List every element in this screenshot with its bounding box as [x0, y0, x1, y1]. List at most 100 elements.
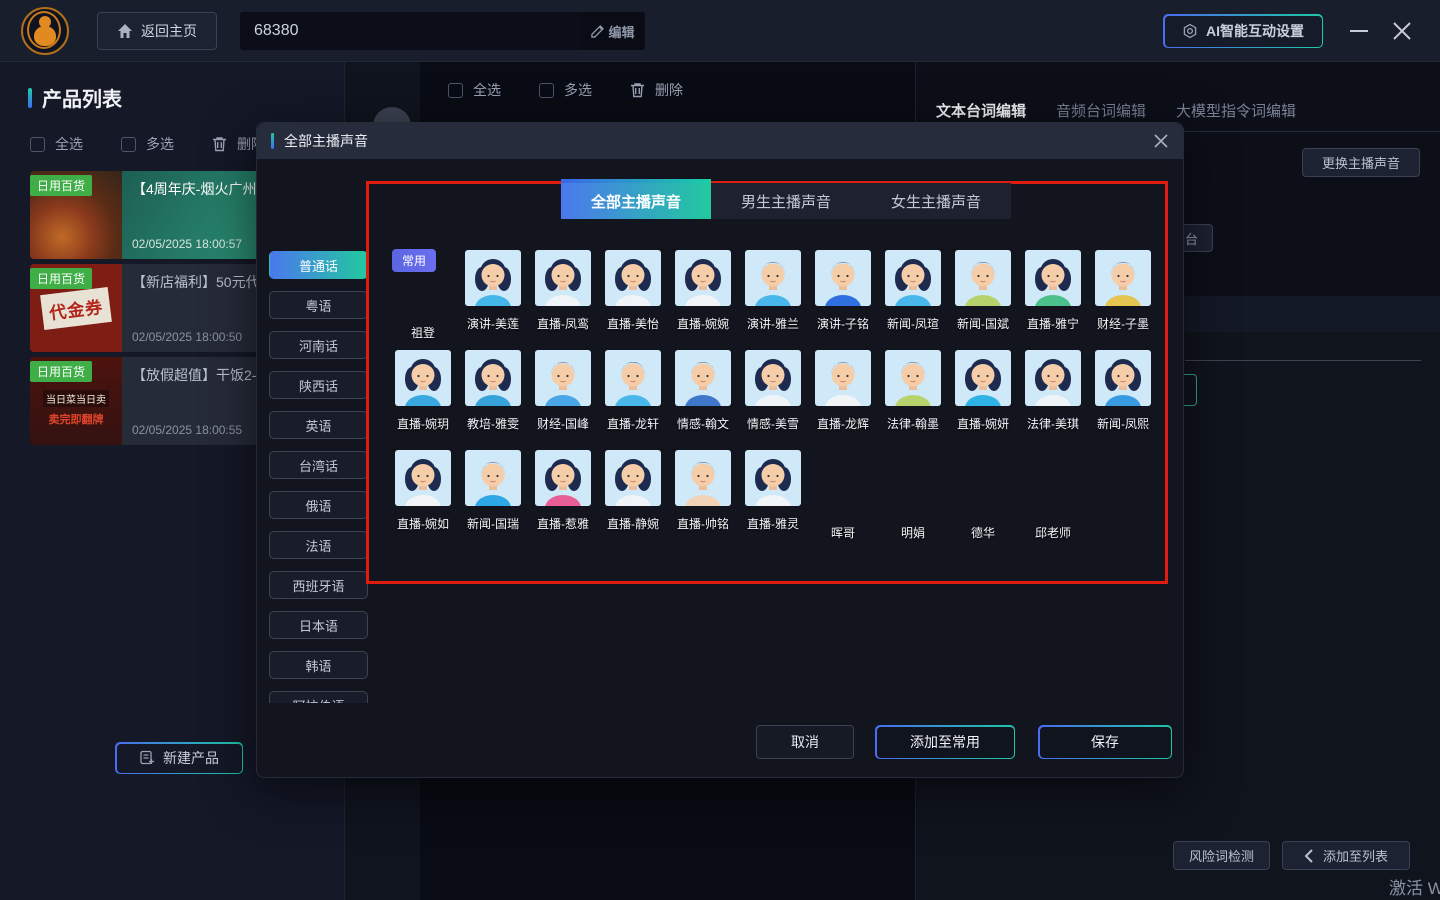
- voice-item[interactable]: 直播-帅铭: [668, 449, 738, 549]
- voice-item[interactable]: 新闻-国瑞: [458, 449, 528, 549]
- middle-select-all-label: 全选: [473, 80, 501, 100]
- language-button[interactable]: 西班牙语: [269, 571, 368, 599]
- modal-close-button[interactable]: [1153, 133, 1169, 149]
- voice-item[interactable]: 直播-美怡: [598, 249, 668, 349]
- voice-item[interactable]: 演讲-雅兰: [738, 249, 808, 349]
- voice-item[interactable]: 直播-凤鸾: [528, 249, 598, 349]
- language-button[interactable]: 台湾话: [269, 451, 368, 479]
- product-image: 日用百货: [30, 171, 122, 259]
- language-button[interactable]: 河南话: [269, 331, 368, 359]
- middle-multi-select-label: 多选: [564, 80, 592, 100]
- language-button[interactable]: 法语: [269, 531, 368, 559]
- modal-close-icon: [1153, 133, 1169, 149]
- language-button[interactable]: 英语: [269, 411, 368, 439]
- voice-name: 情感-翰文: [677, 415, 729, 432]
- cancel-button[interactable]: 取消: [756, 725, 854, 759]
- voice-item[interactable]: 演讲-美莲: [458, 249, 528, 349]
- save-button[interactable]: 保存: [1038, 725, 1172, 759]
- script-tab-inactive[interactable]: 音频台词编辑: [1056, 100, 1146, 121]
- voice-item[interactable]: 演讲-子铭: [808, 249, 878, 349]
- language-button[interactable]: 俄语: [269, 491, 368, 519]
- minimize-button[interactable]: [1345, 20, 1373, 42]
- voice-item[interactable]: 直播-婉妍: [948, 349, 1018, 449]
- middle-multi-select-checkbox[interactable]: [539, 83, 554, 98]
- edit-button[interactable]: 编辑: [581, 12, 645, 50]
- modal-title: 全部主播声音: [284, 131, 368, 151]
- multi-select-checkbox[interactable]: [121, 137, 136, 152]
- cancel-label: 取消: [791, 732, 819, 752]
- voice-item[interactable]: 常用祖登: [388, 249, 458, 349]
- script-tab-active[interactable]: 文本台词编辑: [936, 100, 1026, 121]
- voice-item[interactable]: 法律-翰墨: [878, 349, 948, 449]
- voice-item[interactable]: 情感-美雪: [738, 349, 808, 449]
- trash-icon[interactable]: [212, 136, 227, 152]
- voice-name: 新闻-凤瑄: [887, 315, 939, 332]
- voice-grid: 常用祖登演讲-美莲直播-凤鸾直播-美怡直播-婉婉演讲-雅兰演讲-子铭新闻-凤瑄新…: [388, 249, 1160, 549]
- voice-item[interactable]: 新闻-凤熙: [1088, 349, 1158, 449]
- script-tab-inactive[interactable]: 大模型指令词编辑: [1176, 100, 1296, 121]
- voice-item[interactable]: 直播-雅灵: [738, 449, 808, 549]
- voice-item[interactable]: 财经-国峰: [528, 349, 598, 449]
- new-product-icon: [139, 750, 155, 766]
- language-button[interactable]: 阿拉伯语: [269, 691, 368, 703]
- voice-item[interactable]: 直播-雅宁: [1018, 249, 1088, 349]
- voice-name: 邱老师: [1035, 524, 1071, 541]
- script-tabs: 文本台词编辑 音频台词编辑 大模型指令词编辑: [936, 100, 1296, 121]
- voice-item[interactable]: 直播-婉如: [388, 449, 458, 549]
- voice-avatar: [535, 450, 591, 506]
- voice-item[interactable]: 明娟: [878, 449, 948, 549]
- voice-item[interactable]: 直播-龙轩: [598, 349, 668, 449]
- voice-tab[interactable]: 男生主播声音: [711, 183, 861, 219]
- voice-tab-active[interactable]: 全部主播声音: [561, 183, 711, 219]
- voice-item[interactable]: 教培-雅雯: [458, 349, 528, 449]
- new-product-button[interactable]: 新建产品: [115, 742, 243, 774]
- voice-item[interactable]: 邱老师: [1018, 449, 1088, 549]
- change-voice-button[interactable]: 更换主播声音: [1302, 148, 1420, 177]
- app-logo: [21, 7, 69, 55]
- middle-trash-icon[interactable]: [630, 82, 645, 98]
- voice-name: 直播-静婉: [607, 515, 659, 532]
- voice-avatar: [745, 250, 801, 306]
- voice-item[interactable]: 晖哥: [808, 449, 878, 549]
- select-all-checkbox[interactable]: [30, 137, 45, 152]
- close-window-button[interactable]: [1388, 17, 1416, 45]
- back-home-button[interactable]: 返回主页: [97, 12, 217, 50]
- room-id-input[interactable]: 68380 编辑: [240, 12, 645, 50]
- voice-item[interactable]: 直播-婉婉: [668, 249, 738, 349]
- middle-delete-label[interactable]: 删除: [655, 80, 683, 100]
- voice-name: 法律-翰墨: [887, 415, 939, 432]
- risk-word-check-button[interactable]: 风险词检测: [1173, 841, 1270, 870]
- voice-item[interactable]: 德华: [948, 449, 1018, 549]
- language-button[interactable]: 粤语: [269, 291, 368, 319]
- voice-avatar: [745, 450, 801, 506]
- voice-avatar: [465, 250, 521, 306]
- voice-name: 情感-美雪: [747, 415, 799, 432]
- banner-text: 当日菜当日卖: [43, 390, 109, 407]
- voice-item[interactable]: 新闻-凤瑄: [878, 249, 948, 349]
- language-button[interactable]: 普通话: [269, 251, 368, 279]
- language-button[interactable]: 韩语: [269, 651, 368, 679]
- add-to-common-button[interactable]: 添加至常用: [875, 725, 1015, 759]
- voice-item[interactable]: 情感-翰文: [668, 349, 738, 449]
- language-button[interactable]: 日本语: [269, 611, 368, 639]
- voice-item[interactable]: 直播-婉玥: [388, 349, 458, 449]
- add-to-list-button[interactable]: 添加至列表: [1282, 841, 1410, 870]
- voice-name: 新闻-国斌: [957, 315, 1009, 332]
- risk-check-label: 风险词检测: [1189, 846, 1254, 865]
- voice-name: 财经-子墨: [1097, 315, 1149, 332]
- voucher-text: 代金券: [40, 286, 112, 329]
- voice-item[interactable]: 直播-惹雅: [528, 449, 598, 549]
- language-button[interactable]: 陕西话: [269, 371, 368, 399]
- voice-item[interactable]: 新闻-国斌: [948, 249, 1018, 349]
- voice-item[interactable]: 法律-美琪: [1018, 349, 1088, 449]
- voice-name: 祖登: [411, 324, 435, 341]
- voice-avatar: [605, 450, 661, 506]
- voice-item[interactable]: 直播-龙辉: [808, 349, 878, 449]
- voice-item[interactable]: 财经-子墨: [1088, 249, 1158, 349]
- voice-avatar: [395, 450, 451, 506]
- middle-select-all-checkbox[interactable]: [448, 83, 463, 98]
- ai-button-label: AI智能互动设置: [1206, 21, 1304, 41]
- ai-interactive-settings-button[interactable]: AI智能互动设置: [1163, 14, 1323, 48]
- voice-tab[interactable]: 女生主播声音: [861, 183, 1011, 219]
- voice-item[interactable]: 直播-静婉: [598, 449, 668, 549]
